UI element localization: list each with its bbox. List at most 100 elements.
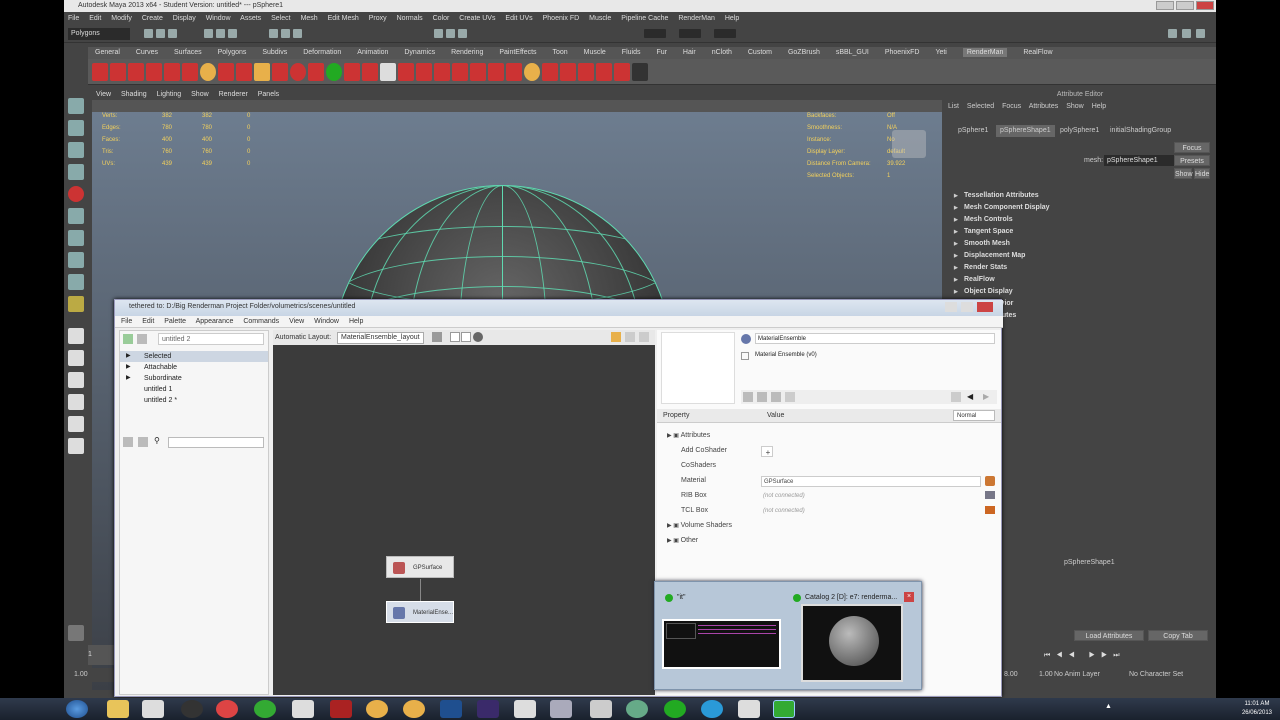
rm-grid-icon[interactable]	[434, 63, 450, 81]
select-component-icon[interactable]	[228, 29, 237, 38]
tree-item-attachable[interactable]: ▶ Attachable	[120, 362, 268, 373]
slim-menu-file[interactable]: File	[121, 318, 132, 325]
rm-sphere-red-icon[interactable]	[290, 63, 306, 81]
mode-dropdown[interactable]: Polygons	[68, 28, 130, 40]
ae-menu-help[interactable]: Help	[1092, 103, 1106, 110]
system-clock[interactable]: 11:01 AM 26/06/2013	[1242, 700, 1272, 718]
shelf-tab-renderman[interactable]: RenderMan	[962, 48, 1008, 57]
layout-persp-graph-icon[interactable]	[68, 372, 84, 388]
search-input[interactable]	[168, 437, 264, 448]
layout-arrow-icon[interactable]	[431, 332, 442, 343]
app5-taskbar-icon[interactable]	[366, 700, 388, 718]
sculpt-tool-icon[interactable]	[68, 296, 84, 312]
node-materialensemble[interactable]: MaterialEnse...	[386, 601, 454, 623]
viewport-menu-view[interactable]: View	[96, 91, 111, 98]
layout-four-icon[interactable]	[68, 350, 84, 366]
rm-it-icon[interactable]	[164, 63, 180, 81]
viewport-menu-shading[interactable]: Shading	[121, 91, 147, 98]
rm-network-icon[interactable]	[488, 63, 504, 81]
shelf-tab-muscle[interactable]: Muscle	[584, 49, 606, 56]
menu-display[interactable]: Display	[173, 15, 196, 22]
tool-settings-toggle-icon[interactable]	[1196, 29, 1205, 38]
ae-tab-initialshadinggroup[interactable]: initialShadingGroup	[1106, 125, 1175, 137]
ipr-render-icon[interactable]	[446, 29, 455, 38]
palette-list-icon[interactable]	[137, 334, 147, 344]
back-arrow-icon[interactable]: ◀	[967, 392, 973, 401]
rm-ipr-icon[interactable]	[146, 63, 162, 81]
shelf-tab-realflow[interactable]: RealFlow	[1023, 49, 1052, 56]
rm-fx-icon[interactable]	[308, 63, 324, 81]
node-gpsurface[interactable]: GPSurface	[386, 556, 454, 578]
property-row[interactable]: RIB Box (not connected)	[667, 489, 997, 503]
rm-area-light-icon[interactable]	[218, 63, 234, 81]
palette-tool-icon[interactable]	[123, 437, 133, 447]
it-window-thumbnail[interactable]	[662, 619, 781, 669]
rm-it-shelf-icon[interactable]	[236, 63, 252, 81]
rm-batch-render-icon[interactable]	[110, 63, 126, 81]
range-end-field-2[interactable]: 8.00	[1004, 668, 1018, 682]
app3-taskbar-icon[interactable]	[292, 700, 314, 718]
expand-arrow-icon[interactable]: ▶ ▣	[667, 523, 681, 529]
menu-select[interactable]: Select	[271, 15, 290, 22]
rm-bulb-icon[interactable]	[254, 63, 270, 81]
material-connect-icon[interactable]	[985, 476, 995, 486]
section-smooth-mesh[interactable]: Smooth Mesh	[952, 238, 1192, 250]
attribute-editor-toggle-icon[interactable]	[1182, 29, 1191, 38]
ae-tab-polysphere1[interactable]: polySphere1	[1056, 125, 1103, 137]
tree-item-untitled-2[interactable]: untitled 2 *	[120, 395, 268, 406]
forward-arrow-icon[interactable]: ▶	[983, 392, 989, 401]
tree-item-untitled-1[interactable]: untitled 1	[120, 384, 268, 395]
menu-pipeline-cache[interactable]: Pipeline Cache	[621, 15, 668, 22]
graph-view-3-icon[interactable]	[639, 332, 649, 342]
move-tool-icon[interactable]	[68, 164, 84, 180]
shelf-tab-gozbrush[interactable]: GoZBrush	[788, 49, 820, 56]
material-value-field[interactable]: GPSurface	[761, 476, 981, 487]
shelf-tab-yeti[interactable]: Yeti	[935, 49, 946, 56]
section-displacement-map[interactable]: Displacement Map	[952, 250, 1192, 262]
ae-menu-list[interactable]: List	[948, 103, 959, 110]
start-button[interactable]	[66, 700, 88, 718]
ribbox-value[interactable]: (not connected)	[761, 491, 981, 502]
viewport-menu-lighting[interactable]: Lighting	[157, 91, 182, 98]
menu-file[interactable]: File	[68, 15, 79, 22]
app8-taskbar-icon[interactable]	[590, 700, 612, 718]
manipulator-tool-icon[interactable]	[68, 230, 84, 246]
menu-proxy[interactable]: Proxy	[369, 15, 387, 22]
channel-box-toggle-icon[interactable]	[1168, 29, 1177, 38]
maya-taskbar-icon[interactable]	[550, 700, 572, 718]
property-row[interactable]: Add CoShader +	[667, 444, 997, 458]
property-row[interactable]: Material GPSurface	[667, 474, 997, 488]
last-tool-icon[interactable]	[68, 274, 84, 290]
ribbox-connect-icon[interactable]	[985, 491, 995, 499]
slim-menu-view[interactable]: View	[289, 318, 304, 325]
minimize-button[interactable]	[1156, 1, 1174, 10]
menu-phoenix-fd[interactable]: Phoenix FD	[543, 15, 580, 22]
ae-tab-psphere1[interactable]: pSphere1	[954, 125, 992, 137]
rm-help-icon[interactable]	[578, 63, 594, 81]
new-scene-icon[interactable]	[144, 29, 153, 38]
section-tessellation-attributes[interactable]: Tessellation Attributes	[952, 190, 1192, 202]
slim-menu-window[interactable]: Window	[314, 318, 339, 325]
focus-button[interactable]: Focus	[1174, 142, 1210, 153]
slim-menu-commands[interactable]: Commands	[243, 318, 279, 325]
mode-dropdown[interactable]: Normal	[953, 410, 995, 421]
catalog-window-thumbnail[interactable]	[801, 604, 903, 682]
rm-sphere-green-icon[interactable]	[326, 63, 342, 81]
rm-render-icon[interactable]	[92, 63, 108, 81]
palette-dropdown[interactable]: untitled 2	[158, 333, 264, 345]
open-scene-icon[interactable]	[156, 29, 165, 38]
preview-icon[interactable]	[743, 392, 753, 402]
copy-tab-button[interactable]: Copy Tab	[1148, 630, 1208, 641]
menu-help[interactable]: Help	[725, 15, 739, 22]
expand-arrow-icon[interactable]: ▶	[126, 373, 131, 384]
load-attributes-button[interactable]: Load Attributes	[1074, 630, 1144, 641]
rotate-tool-icon[interactable]	[68, 186, 84, 202]
anim-layer-dropdown[interactable]: No Anim Layer	[1054, 668, 1100, 682]
property-row[interactable]: CoShaders	[667, 459, 997, 473]
layout-outliner-icon[interactable]	[68, 394, 84, 410]
hide-button[interactable]: Hide	[1194, 168, 1210, 179]
shelf-tab-fur[interactable]: Fur	[656, 49, 667, 56]
section-mesh-component-display[interactable]: Mesh Component Display	[952, 202, 1192, 214]
maximize-button[interactable]	[1176, 1, 1194, 10]
shelf-tab-animation[interactable]: Animation	[357, 49, 388, 56]
